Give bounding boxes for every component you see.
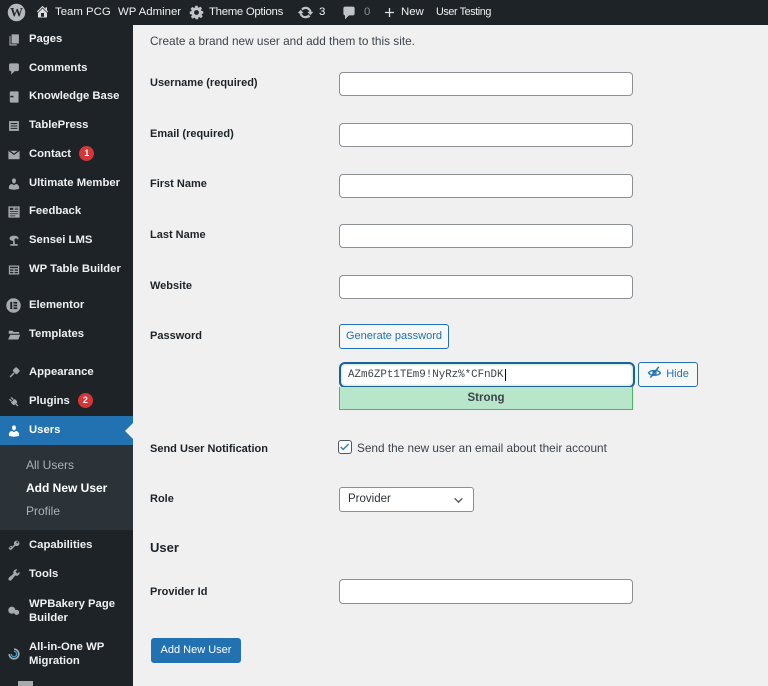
svg-text:W: W [10,6,23,20]
